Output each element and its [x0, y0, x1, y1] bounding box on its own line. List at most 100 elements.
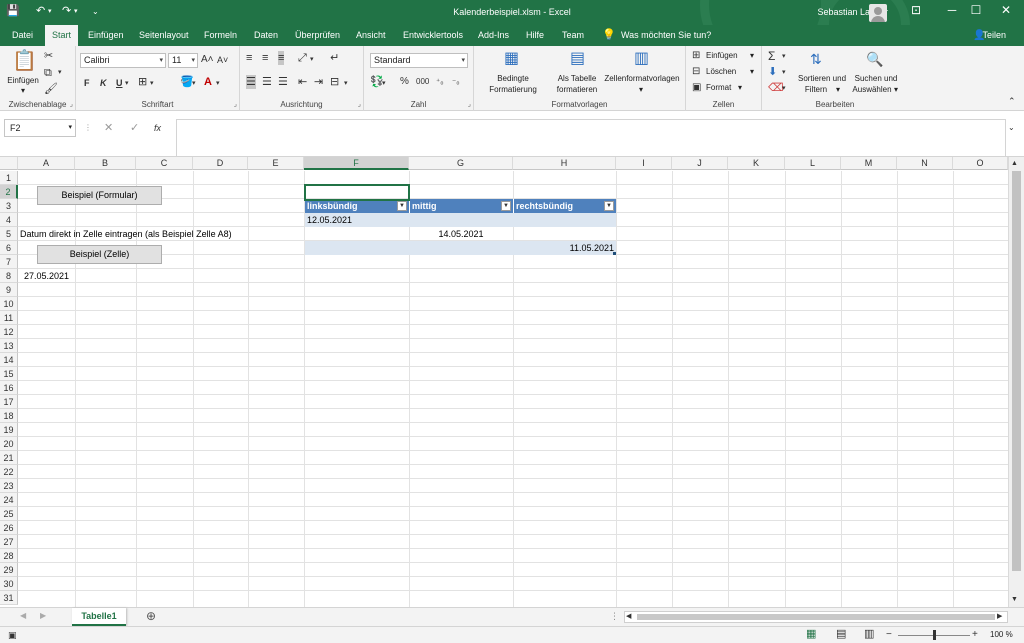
decrease-font-icon[interactable]: A˅: [217, 53, 228, 67]
row-header[interactable]: 20: [0, 437, 18, 451]
ribbon-display-icon[interactable]: ⊡: [904, 3, 928, 17]
tab-hilfe[interactable]: Hilfe: [526, 25, 544, 46]
column-header-m[interactable]: M: [841, 157, 897, 170]
orientation-dropdown-icon[interactable]: ▾: [310, 53, 314, 67]
macro-record-icon[interactable]: ▣: [8, 628, 17, 642]
tab-einfuegen[interactable]: Einfügen: [88, 25, 124, 46]
row-header[interactable]: 18: [0, 409, 18, 423]
merge-dropdown-icon[interactable]: ▾: [344, 77, 348, 91]
row-header[interactable]: 12: [0, 325, 18, 339]
row-header[interactable]: 2: [0, 185, 18, 199]
conditional-formatting-icon[interactable]: ▦: [504, 49, 519, 69]
font-color-dropdown-icon[interactable]: ▾: [216, 77, 220, 91]
font-size-dropdown[interactable]: 11 ▾: [168, 53, 198, 68]
fill-dropdown-icon[interactable]: ▾: [782, 66, 786, 80]
column-header-a[interactable]: A: [18, 157, 75, 170]
select-all-corner[interactable]: [0, 157, 18, 170]
format-dropdown-icon[interactable]: ▾: [736, 83, 744, 93]
borders-icon[interactable]: ⊞: [138, 75, 147, 89]
active-cell-f2[interactable]: [304, 184, 410, 201]
row-header[interactable]: 21: [0, 451, 18, 465]
column-header-o[interactable]: O: [953, 157, 1008, 170]
row-header[interactable]: 30: [0, 577, 18, 591]
cut-icon[interactable]: ✂: [44, 49, 53, 63]
delete-cells-icon[interactable]: ⊟: [692, 65, 700, 79]
font-color-icon[interactable]: A: [204, 75, 212, 89]
insert-function-icon[interactable]: fx: [154, 121, 161, 135]
tell-me-search[interactable]: Was möchten Sie tun?: [621, 25, 711, 46]
borders-dropdown-icon[interactable]: ▾: [150, 77, 154, 91]
column-header-n[interactable]: N: [897, 157, 953, 170]
scroll-right-icon[interactable]: ▶: [997, 610, 1002, 624]
name-box[interactable]: F2 ▾: [4, 119, 76, 137]
format-as-table-label-2[interactable]: formatieren: [546, 85, 608, 95]
scroll-down-icon[interactable]: ▼: [1011, 593, 1018, 607]
row-header[interactable]: 23: [0, 479, 18, 493]
row-header[interactable]: 3: [0, 199, 18, 213]
column-header-h[interactable]: H: [513, 157, 616, 170]
zoom-level[interactable]: 100 %: [990, 630, 1013, 639]
fill-icon[interactable]: ⬇: [768, 65, 777, 79]
paste-icon[interactable]: 📋: [12, 50, 37, 72]
column-header-j[interactable]: J: [672, 157, 728, 170]
row-header[interactable]: 9: [0, 283, 18, 297]
row-header[interactable]: 1: [0, 171, 18, 185]
row-header[interactable]: 10: [0, 297, 18, 311]
page-break-view-icon[interactable]: ▥: [864, 627, 874, 641]
insert-cells-icon[interactable]: ⊞: [692, 49, 700, 63]
scroll-up-icon[interactable]: ▲: [1011, 157, 1018, 171]
merge-center-icon[interactable]: ⊟: [330, 75, 339, 89]
tab-daten[interactable]: Daten: [254, 25, 278, 46]
tab-ueberpruefen[interactable]: Überprüfen: [295, 25, 340, 46]
collapse-ribbon-icon[interactable]: ⌃: [1008, 94, 1016, 108]
find-select-label-1[interactable]: Suchen und: [850, 74, 902, 84]
format-painter-icon[interactable]: 🖌: [44, 82, 58, 96]
tab-ansicht[interactable]: Ansicht: [356, 25, 386, 46]
column-header-l[interactable]: L: [785, 157, 841, 170]
column-header-f[interactable]: F: [304, 157, 409, 170]
cell-styles-icon[interactable]: ▥: [634, 49, 649, 69]
row-header[interactable]: 4: [0, 213, 18, 227]
sort-filter-label-1[interactable]: Sortieren und: [794, 74, 850, 84]
tab-split-handle[interactable]: ⋮: [610, 609, 619, 623]
row-header[interactable]: 6: [0, 241, 18, 255]
decrease-decimal-icon[interactable]: ⁻₀: [452, 75, 460, 89]
find-select-dropdown-icon[interactable]: ▾: [892, 85, 900, 95]
cell-styles-label[interactable]: Zellenformatvorlagen: [598, 74, 686, 84]
column-header-b[interactable]: B: [75, 157, 136, 170]
vertical-scrollbar[interactable]: ▲ ▼: [1008, 157, 1024, 607]
table-resize-handle[interactable]: [613, 252, 616, 255]
avatar[interactable]: [869, 4, 887, 22]
align-bottom-icon[interactable]: ≡: [278, 51, 285, 65]
tab-addins[interactable]: Add-Ins: [478, 25, 509, 46]
font-name-dropdown[interactable]: Calibri ▾: [80, 53, 166, 68]
worksheet[interactable]: A B C D E F G H I J K L M N O 1 2 3 4 5 …: [0, 157, 1024, 607]
tab-team[interactable]: Team: [562, 25, 584, 46]
zoom-slider-thumb[interactable]: [933, 630, 936, 640]
sort-filter-label-2[interactable]: Filtern: [796, 85, 836, 95]
row-header[interactable]: 8: [0, 269, 18, 283]
close-icon[interactable]: ✕: [994, 3, 1018, 17]
align-right-icon[interactable]: ☰: [278, 75, 288, 89]
column-header-e[interactable]: E: [248, 157, 304, 170]
delete-dropdown-icon[interactable]: ▾: [748, 67, 756, 77]
row-header[interactable]: 31: [0, 591, 18, 605]
align-left-icon[interactable]: ☰: [246, 75, 256, 89]
vertical-scroll-thumb[interactable]: [1012, 171, 1021, 571]
increase-indent-icon[interactable]: ⇥: [314, 75, 323, 89]
cell-styles-dropdown-icon[interactable]: ▾: [634, 85, 648, 95]
increase-decimal-icon[interactable]: ⁺₀: [436, 75, 444, 89]
row-header[interactable]: 25: [0, 507, 18, 521]
page-layout-view-icon[interactable]: ▤: [836, 627, 846, 641]
row-header[interactable]: 11: [0, 311, 18, 325]
align-center-icon[interactable]: ☰: [262, 75, 272, 89]
fill-color-dropdown-icon[interactable]: ▾: [192, 77, 196, 91]
next-sheet-icon[interactable]: ▶: [40, 609, 46, 623]
prev-sheet-icon[interactable]: ◀: [20, 609, 26, 623]
cell-f4[interactable]: 12.05.2021: [307, 214, 352, 227]
cell-h6[interactable]: 11.05.2021: [513, 242, 614, 255]
accounting-dropdown-icon[interactable]: ▾: [382, 77, 386, 91]
alignment-launcher-icon[interactable]: ⌟: [358, 100, 361, 108]
filter-dropdown-icon[interactable]: ▼: [604, 201, 614, 211]
cell-a5[interactable]: Datum direkt in Zelle eintragen (als Bei…: [20, 228, 232, 241]
